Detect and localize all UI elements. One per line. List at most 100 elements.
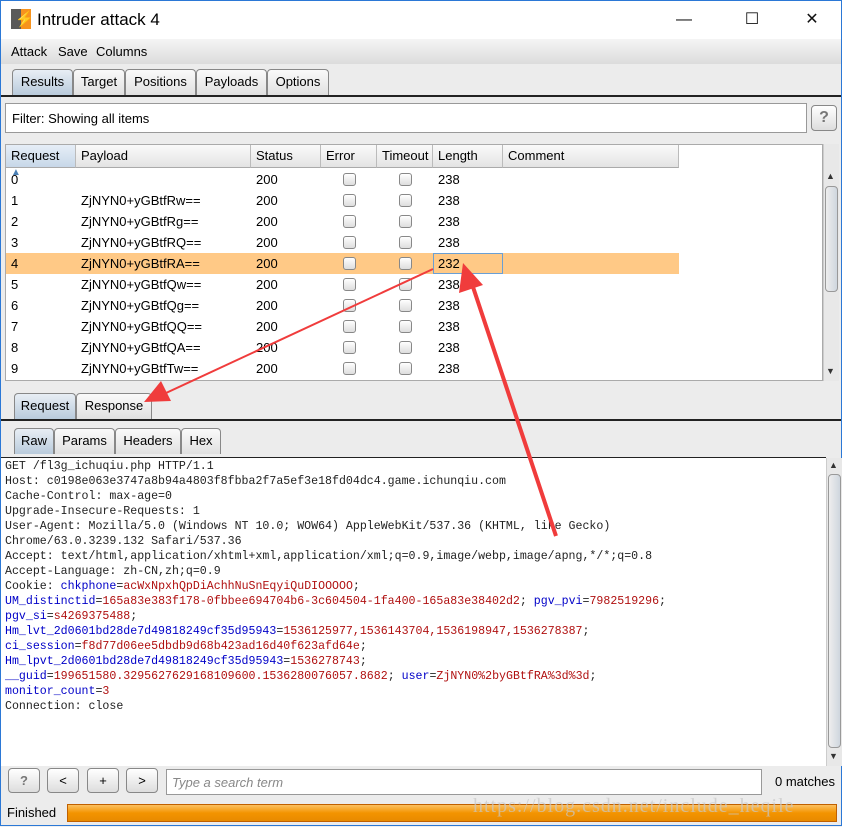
cookie-value: f8d77d06ee5dbdb9d68b423ad16d40f623afd64e <box>81 640 360 653</box>
timeout-checkbox[interactable] <box>399 320 412 333</box>
cell-request: 9 <box>11 361 19 376</box>
tab-positions[interactable]: Positions <box>125 69 196 95</box>
timeout-checkbox[interactable] <box>399 362 412 375</box>
status-text: Finished <box>7 805 57 820</box>
cookie-value: 1536125977,1536143704,1536198947,1536278… <box>283 625 583 638</box>
request-text: ; <box>519 595 534 608</box>
request-text: Upgrade-Insecure-Requests: 1 <box>5 505 200 518</box>
menu-attack[interactable]: Attack <box>11 44 47 59</box>
column-header-timeout[interactable]: Timeout <box>377 145 433 168</box>
cell-length: 238 <box>438 340 460 355</box>
tab-headers[interactable]: Headers <box>115 428 181 454</box>
search-help-button[interactable]: ? <box>8 768 40 793</box>
tab-params[interactable]: Params <box>54 428 115 454</box>
table-row[interactable]: 1 ZjNYN0+yGBtfRw== 200 238 <box>6 190 679 211</box>
cell-payload: ZjNYN0+yGBtfQQ== <box>81 319 203 334</box>
cell-request: 7 <box>11 319 19 334</box>
timeout-checkbox[interactable] <box>399 236 412 249</box>
cookie-value: 1536278743 <box>290 655 360 668</box>
request-line: Cache-Control: max-age=0 <box>5 489 822 504</box>
watermark: https://blog.csdn.net/include_heqile <box>473 795 795 817</box>
error-checkbox[interactable] <box>343 299 356 312</box>
editor-scrollbar[interactable]: ▲ ▼ <box>826 458 842 766</box>
request-text: Chrome/63.0.3239.132 Safari/537.36 <box>5 535 242 548</box>
request-text: GET /fl3g_ichuqiu.php HTTP/1.1 <box>5 460 214 473</box>
table-row[interactable]: 6 ZjNYN0+yGBtfQg== 200 238 <box>6 295 679 316</box>
table-row[interactable]: 8 ZjNYN0+yGBtfQA== 200 238 <box>6 337 679 358</box>
error-checkbox[interactable] <box>343 362 356 375</box>
error-checkbox[interactable] <box>343 236 356 249</box>
column-header-request[interactable]: Request ▲ <box>6 145 76 178</box>
tab-results[interactable]: Results <box>12 69 73 95</box>
cell-request: 3 <box>11 235 19 250</box>
timeout-checkbox[interactable] <box>399 194 412 207</box>
raw-request-editor[interactable]: GET /fl3g_ichuqiu.php HTTP/1.1 Host: c019… <box>1 457 826 766</box>
table-row[interactable]: 3 ZjNYN0+yGBtfRQ== 200 238 <box>6 232 679 253</box>
cell-status: 200 <box>256 319 278 334</box>
table-row[interactable]: 9 ZjNYN0+yGBtfTw== 200 238 <box>6 358 679 379</box>
cell-payload: ZjNYN0+yGBtfTw== <box>81 361 199 376</box>
tab-target[interactable]: Target <box>73 69 125 95</box>
tab-raw[interactable]: Raw <box>14 428 54 454</box>
request-line: __guid=199651580.3295627629168109600.153… <box>5 669 822 684</box>
timeout-checkbox[interactable] <box>399 215 412 228</box>
cookie-name: pgv_si <box>5 610 47 623</box>
cell-status: 200 <box>256 277 278 292</box>
search-next-button[interactable]: > <box>126 768 158 793</box>
cell-payload: ZjNYN0+yGBtfQw== <box>81 277 202 292</box>
column-header-length[interactable]: Length <box>433 145 503 168</box>
search-add-button[interactable]: + <box>87 768 119 793</box>
filter-bar[interactable]: Filter: Showing all items <box>5 103 807 133</box>
scroll-up-icon[interactable]: ▲ <box>826 171 835 181</box>
close-button[interactable]: ✕ <box>789 5 835 35</box>
scroll-thumb[interactable] <box>825 186 838 292</box>
column-header-status[interactable]: Status <box>251 145 321 168</box>
request-text: Connection: close <box>5 700 124 713</box>
scroll-down-icon[interactable]: ▼ <box>826 366 835 376</box>
minimize-button[interactable]: — <box>661 5 707 35</box>
table-row[interactable]: 0 200 238 <box>6 169 679 190</box>
table-row[interactable]: 5 ZjNYN0+yGBtfQw== 200 238 <box>6 274 679 295</box>
search-previous-button[interactable]: < <box>47 768 79 793</box>
cookie-name: UM_distinctid <box>5 595 96 608</box>
request-line: Host: c0198e063e3747a8b94a4803f8fbba2f7a… <box>5 474 822 489</box>
table-row[interactable]: 7 ZjNYN0+yGBtfQQ== 200 238 <box>6 316 679 337</box>
error-checkbox[interactable] <box>343 278 356 291</box>
scroll-up-icon[interactable]: ▲ <box>829 460 838 470</box>
table-row[interactable]: 4 ZjNYN0+yGBtfRA== 200 232 <box>6 253 679 274</box>
error-checkbox[interactable] <box>343 215 356 228</box>
timeout-checkbox[interactable] <box>399 278 412 291</box>
results-scrollbar[interactable]: ▲ ▼ <box>823 144 839 381</box>
column-header-error[interactable]: Error <box>321 145 377 168</box>
tab-options[interactable]: Options <box>267 69 329 95</box>
error-checkbox[interactable] <box>343 194 356 207</box>
cell-length: 238 <box>438 298 460 313</box>
search-input[interactable]: Type a search term <box>166 769 762 795</box>
scroll-down-icon[interactable]: ▼ <box>829 751 838 761</box>
error-checkbox[interactable] <box>343 320 356 333</box>
tab-request[interactable]: Request <box>14 393 76 419</box>
table-row[interactable]: 2 ZjNYN0+yGBtfRg== 200 238 <box>6 211 679 232</box>
filter-help-button[interactable]: ? <box>811 105 837 131</box>
error-checkbox[interactable] <box>343 257 356 270</box>
message-tab-divider <box>1 419 841 421</box>
timeout-checkbox[interactable] <box>399 173 412 186</box>
cell-status: 200 <box>256 235 278 250</box>
column-header-payload[interactable]: Payload <box>76 145 251 168</box>
maximize-button[interactable]: ☐ <box>729 5 775 35</box>
error-checkbox[interactable] <box>343 341 356 354</box>
error-checkbox[interactable] <box>343 173 356 186</box>
menu-save[interactable]: Save <box>58 44 88 59</box>
cell-payload: ZjNYN0+yGBtfRA== <box>81 256 200 271</box>
cell-payload: ZjNYN0+yGBtfRw== <box>81 193 201 208</box>
tab-payloads[interactable]: Payloads <box>196 69 267 95</box>
cell-status: 200 <box>256 172 278 187</box>
tab-hex[interactable]: Hex <box>181 428 221 454</box>
timeout-checkbox[interactable] <box>399 257 412 270</box>
column-header-comment[interactable]: Comment <box>503 145 679 168</box>
menu-columns[interactable]: Columns <box>96 44 147 59</box>
timeout-checkbox[interactable] <box>399 341 412 354</box>
timeout-checkbox[interactable] <box>399 299 412 312</box>
tab-response[interactable]: Response <box>76 393 152 419</box>
scroll-thumb[interactable] <box>828 474 841 748</box>
